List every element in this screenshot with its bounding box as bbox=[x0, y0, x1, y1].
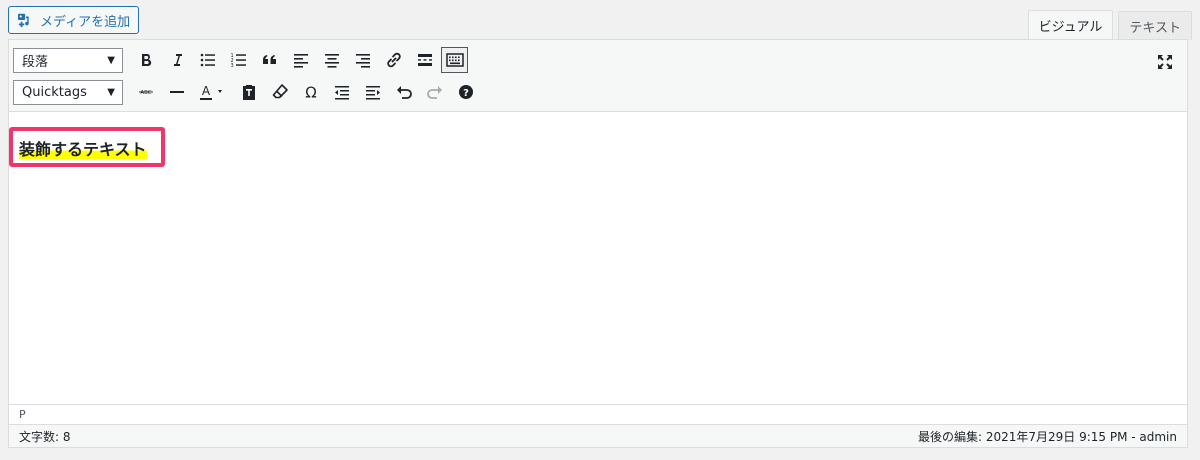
read-more-icon bbox=[418, 54, 432, 66]
svg-text:Ω: Ω bbox=[305, 84, 316, 102]
indent-icon bbox=[366, 86, 380, 100]
svg-text:A: A bbox=[202, 84, 211, 98]
numbered-list-button[interactable]: 123 bbox=[224, 46, 254, 74]
blockquote-icon bbox=[263, 55, 276, 64]
toolbar-row-1: 段落 ▼ 123 bbox=[13, 45, 469, 75]
outdent-button[interactable] bbox=[327, 78, 357, 106]
undo-button[interactable] bbox=[389, 78, 419, 106]
element-path[interactable]: P bbox=[19, 408, 26, 421]
align-right-button[interactable] bbox=[348, 46, 378, 74]
editor: 段落 ▼ 123 Quicktags ▼ ABC A Ω ? 装飾するテキスト … bbox=[8, 39, 1188, 448]
bullet-list-button[interactable] bbox=[193, 46, 223, 74]
add-media-icon bbox=[18, 13, 29, 28]
numbered-list-icon: 123 bbox=[231, 53, 246, 69]
tab-visual[interactable]: ビジュアル bbox=[1027, 10, 1114, 40]
add-media-label: メディアを追加 bbox=[40, 14, 131, 30]
read-more-button[interactable] bbox=[410, 46, 440, 74]
align-center-button[interactable] bbox=[317, 46, 347, 74]
help-button[interactable]: ? bbox=[451, 78, 481, 106]
italic-button[interactable] bbox=[162, 46, 192, 74]
toolbar-toggle-button[interactable] bbox=[441, 47, 468, 73]
align-center-icon bbox=[325, 54, 339, 68]
horizontal-line-button[interactable] bbox=[162, 78, 192, 106]
word-count: 文字数: 8 bbox=[19, 429, 71, 444]
align-right-icon bbox=[356, 54, 370, 68]
editor-tabs: ビジュアル テキスト bbox=[1027, 10, 1192, 40]
italic-icon bbox=[174, 54, 182, 66]
format-select-value: 段落 bbox=[22, 54, 49, 70]
fullscreen-button[interactable] bbox=[1150, 48, 1180, 76]
redo-button[interactable] bbox=[420, 78, 450, 106]
tab-text[interactable]: テキスト bbox=[1118, 11, 1192, 40]
toolbar: 段落 ▼ 123 Quicktags ▼ ABC A Ω ? bbox=[9, 40, 1187, 112]
undo-icon bbox=[397, 86, 412, 99]
link-icon bbox=[387, 52, 401, 68]
fullscreen-icon bbox=[1158, 55, 1172, 69]
add-media-button[interactable]: メディアを追加 bbox=[8, 6, 140, 34]
special-character-icon: Ω bbox=[305, 84, 316, 102]
chevron-down-icon: ▼ bbox=[107, 54, 115, 66]
format-select[interactable]: 段落 ▼ bbox=[13, 47, 123, 73]
bullet-list-icon bbox=[200, 53, 215, 67]
highlighted-text: 装飾するテキスト bbox=[19, 140, 147, 159]
special-character-button[interactable]: Ω bbox=[296, 78, 326, 106]
redo-icon bbox=[427, 86, 442, 99]
toolbar-row-2: Quicktags ▼ ABC A Ω ? bbox=[13, 77, 482, 107]
align-left-button[interactable] bbox=[286, 46, 316, 74]
clear-formatting-icon bbox=[272, 84, 288, 99]
clear-formatting-button[interactable] bbox=[265, 78, 295, 106]
text-color-icon: A bbox=[200, 84, 222, 100]
chevron-down-icon: ▼ bbox=[107, 86, 115, 98]
svg-text:ABC: ABC bbox=[140, 90, 151, 96]
help-icon: ? bbox=[459, 85, 473, 99]
svg-text:?: ? bbox=[463, 88, 469, 99]
element-path-bar: P bbox=[9, 404, 1187, 424]
style-select-value: Quicktags bbox=[22, 84, 87, 100]
text-color-button[interactable]: A bbox=[193, 78, 233, 106]
last-edited: 最後の編集: 2021年7月29日 9:15 PM - admin bbox=[917, 429, 1177, 444]
status-bar: 文字数: 8 最後の編集: 2021年7月29日 9:15 PM - admin bbox=[9, 424, 1187, 447]
bold-icon bbox=[142, 54, 152, 67]
paste-text-button[interactable] bbox=[234, 78, 264, 106]
indent-button[interactable] bbox=[358, 78, 388, 106]
blockquote-button[interactable] bbox=[255, 46, 285, 74]
editor-top-bar: メディアを追加 ビジュアル テキスト bbox=[0, 0, 1200, 40]
link-button[interactable] bbox=[379, 46, 409, 74]
svg-text:3: 3 bbox=[231, 63, 234, 69]
editor-content[interactable]: 装飾するテキスト bbox=[9, 112, 1187, 404]
toolbar-toggle-icon bbox=[445, 53, 464, 67]
strikethrough-button[interactable]: ABC bbox=[131, 78, 161, 106]
paste-text-icon bbox=[243, 85, 255, 100]
horizontal-line-icon bbox=[170, 91, 184, 93]
outdent-icon bbox=[335, 86, 349, 100]
content-paragraph[interactable]: 装飾するテキスト bbox=[19, 136, 147, 160]
bold-button[interactable] bbox=[131, 46, 161, 74]
style-select[interactable]: Quicktags ▼ bbox=[13, 79, 123, 105]
align-left-icon bbox=[294, 54, 308, 68]
strikethrough-icon: ABC bbox=[139, 90, 153, 96]
